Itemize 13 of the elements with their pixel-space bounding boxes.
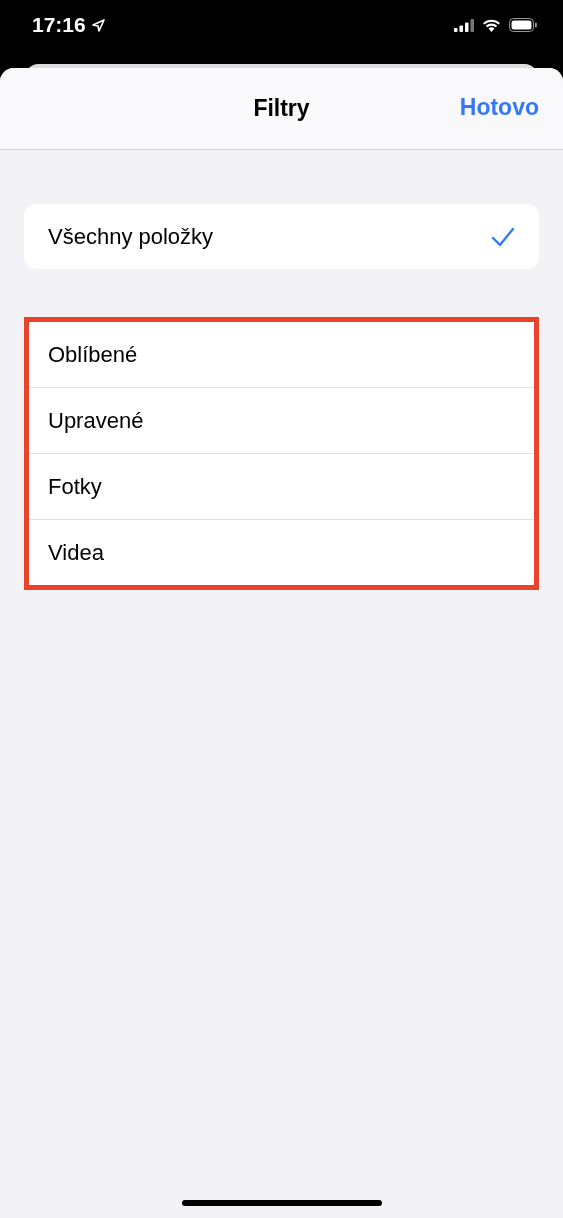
checkmark-icon — [491, 226, 515, 247]
filter-option[interactable]: Videa — [29, 520, 534, 585]
battery-icon — [509, 18, 537, 32]
filter-option[interactable]: Fotky — [29, 454, 534, 520]
wifi-icon — [482, 18, 501, 32]
status-time: 17:16 — [32, 13, 86, 37]
filter-option[interactable]: Oblíbené — [29, 322, 534, 388]
location-arrow-icon — [91, 18, 105, 32]
sheet-title: Filtry — [253, 95, 310, 122]
filter-option[interactable]: Upravené — [29, 388, 534, 454]
signal-icon — [454, 18, 474, 32]
filter-option[interactable]: Všechny položky — [24, 204, 539, 269]
done-button[interactable]: Hotovo — [459, 94, 539, 121]
